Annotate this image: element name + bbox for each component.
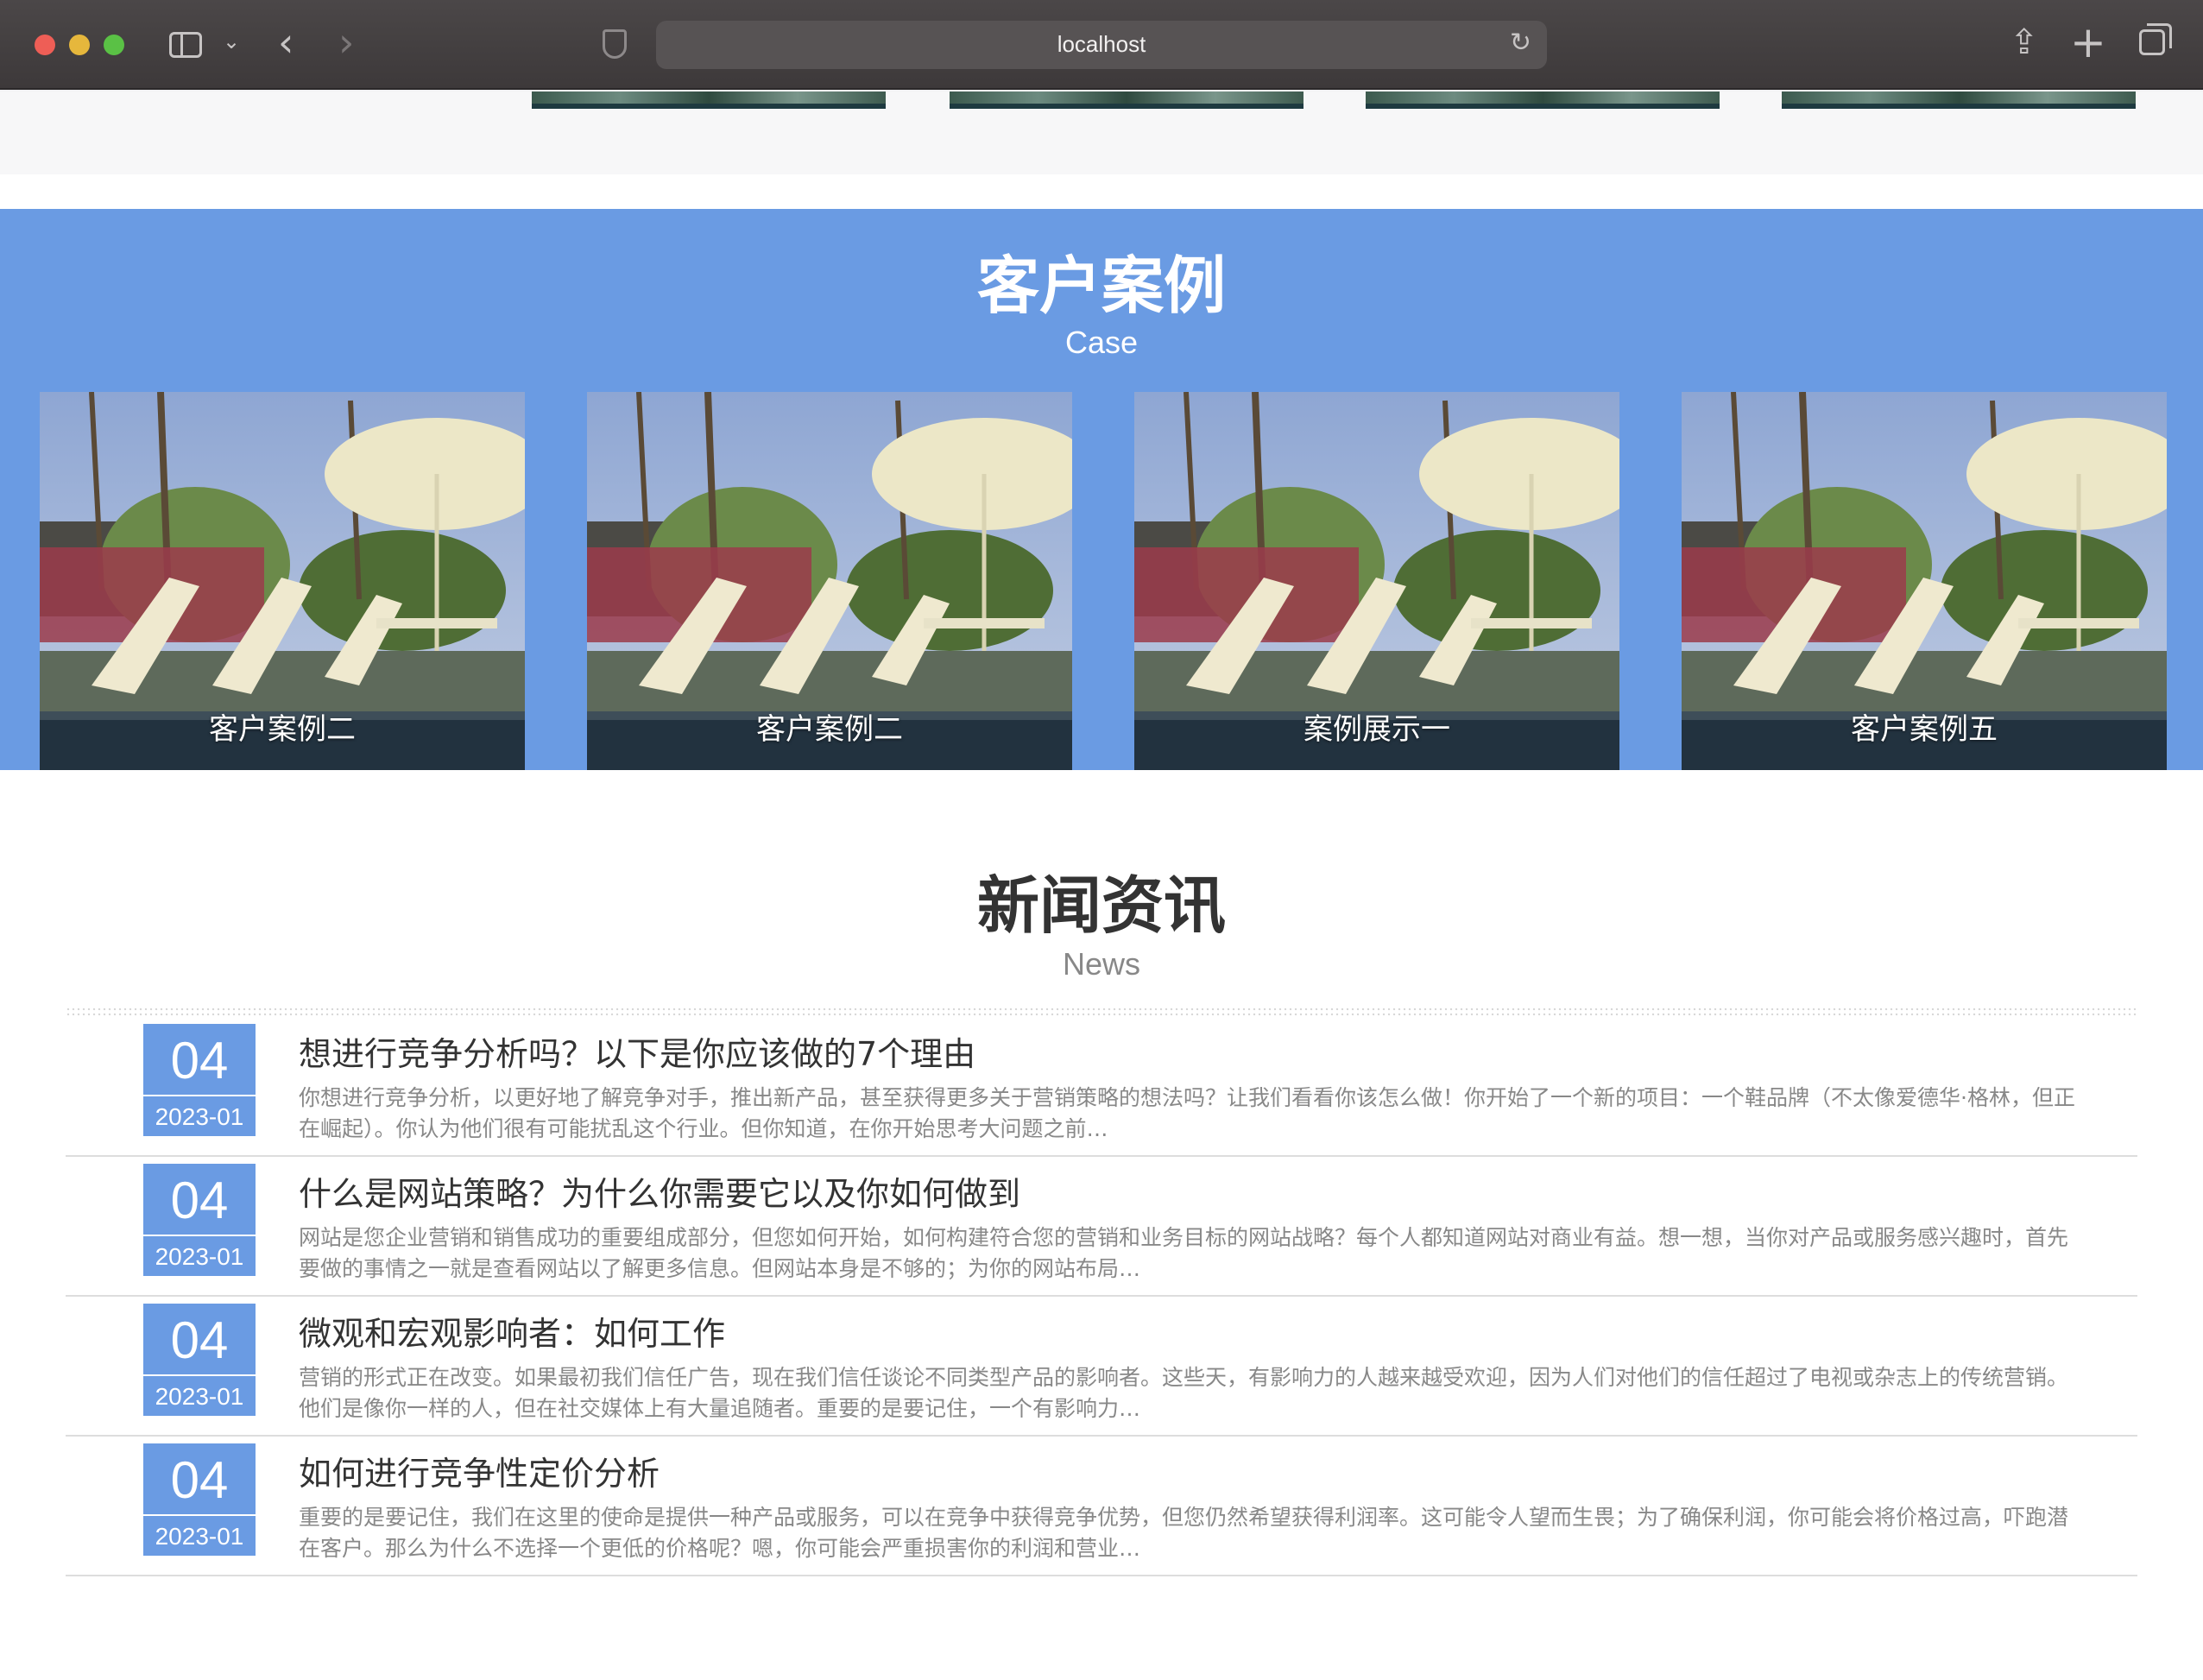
chevron-down-icon[interactable]: ⌄ — [223, 29, 240, 54]
previous-section-strip — [0, 92, 2203, 174]
news-date-year-month: 2023-01 — [143, 1235, 256, 1271]
news-date-year-month: 2023-01 — [143, 1374, 256, 1411]
news-item[interactable]: 04 2023-01 微观和宏观影响者：如何工作 营销的形式正在改变。如果最初我… — [66, 1297, 2137, 1437]
previous-section-image[interactable] — [1366, 92, 1720, 109]
news-date-year-month: 2023-01 — [143, 1514, 256, 1551]
case-card-label[interactable]: 客户案例五 — [1682, 705, 2167, 748]
news-date-badge: 04 2023-01 — [143, 1164, 256, 1276]
news-title-link[interactable]: 如何进行竞争性定价分析 — [299, 1447, 660, 1494]
back-arrow-icon[interactable]: ‹ — [278, 19, 294, 66]
news-title-link[interactable]: 什么是网站策略？为什么你需要它以及你如何做到 — [299, 1167, 1020, 1215]
news-date-day: 04 — [170, 1311, 229, 1369]
case-card-label[interactable]: 客户案例二 — [40, 705, 525, 748]
maximize-window-button[interactable] — [104, 35, 124, 55]
news-item[interactable]: 04 2023-01 想进行竞争分析吗？以下是你应该做的7个理由 你想进行竞争分… — [66, 1017, 2137, 1157]
sidebar-toggle-icon[interactable] — [169, 32, 202, 58]
close-window-button[interactable] — [35, 35, 55, 55]
news-divider — [66, 1007, 2137, 1017]
news-summary: 网站是您企业营销和销售成功的重要组成部分，但您如何开始，如何构建符合您的营销和业… — [299, 1225, 2069, 1281]
reload-icon[interactable]: ↻ — [1510, 28, 1531, 58]
news-title-link[interactable]: 想进行竞争分析吗？以下是你应该做的7个理由 — [299, 1027, 975, 1075]
case-card-label[interactable]: 案例展示一 — [1134, 705, 1619, 748]
news-section-title: 新闻资讯 — [976, 869, 1226, 942]
previous-section-image[interactable] — [532, 92, 886, 109]
case-card[interactable]: 客户案例二 — [587, 392, 1072, 770]
case-card[interactable]: 客户案例五 — [1682, 392, 2167, 770]
news-summary: 你想进行竞争分析，以更好地了解竞争对手，推出新产品，甚至获得更多关于营销策略的想… — [299, 1085, 2075, 1141]
news-date-year-month: 2023-01 — [143, 1095, 256, 1131]
case-section: 客户案例 Case 客户案例二 客户案例二 案例展示一 客户案例五 — [0, 209, 2203, 770]
news-date-day: 04 — [170, 1451, 229, 1509]
case-card[interactable]: 案例展示一 — [1134, 392, 1619, 770]
news-title-link[interactable]: 微观和宏观影响者：如何工作 — [299, 1307, 725, 1355]
news-list: 04 2023-01 想进行竞争分析吗？以下是你应该做的7个理由 你想进行竞争分… — [66, 1017, 2137, 1576]
address-bar-url[interactable]: localhost — [656, 31, 1547, 58]
news-summary: 营销的形式正在改变。如果最初我们信任广告，现在我们信任谈论不同类型产品的影响者。… — [299, 1365, 2069, 1421]
tab-overview-icon[interactable] — [2139, 23, 2172, 55]
case-card[interactable]: 客户案例二 — [40, 392, 525, 770]
news-date-badge: 04 2023-01 — [143, 1443, 256, 1556]
news-section-subtitle: News — [1062, 946, 1141, 982]
previous-section-image[interactable] — [950, 92, 1303, 109]
news-date-day: 04 — [170, 1032, 229, 1089]
share-icon[interactable]: ⇪ — [2010, 22, 2039, 62]
page-content: 客户案例 Case 客户案例二 客户案例二 案例展示一 客户案例五 新闻资讯 N… — [0, 92, 2203, 1680]
case-section-subtitle: Case — [1064, 325, 1139, 360]
case-card-label[interactable]: 客户案例二 — [587, 705, 1072, 748]
forward-arrow-icon[interactable]: › — [338, 19, 354, 66]
news-item[interactable]: 04 2023-01 如何进行竞争性定价分析 重要的是要记住，我们在这里的使命是… — [66, 1437, 2137, 1576]
case-section-title: 客户案例 — [976, 249, 1226, 322]
news-date-badge: 04 2023-01 — [143, 1024, 256, 1136]
new-tab-icon[interactable]: + — [2070, 17, 2106, 67]
address-bar[interactable]: localhost ↻ — [656, 21, 1547, 69]
minimize-window-button[interactable] — [69, 35, 90, 55]
news-summary: 重要的是要记住，我们在这里的使命是提供一种产品或服务，可以在竞争中获得竞争优势，… — [299, 1505, 2069, 1561]
previous-section-image[interactable] — [1782, 92, 2136, 109]
news-date-day: 04 — [170, 1172, 229, 1229]
news-item[interactable]: 04 2023-01 什么是网站策略？为什么你需要它以及你如何做到 网站是您企业… — [66, 1157, 2137, 1297]
privacy-shield-icon[interactable] — [603, 29, 627, 59]
news-date-badge: 04 2023-01 — [143, 1304, 256, 1416]
browser-toolbar: ⌄ ‹ › localhost ↻ ⇪ + — [0, 0, 2203, 90]
